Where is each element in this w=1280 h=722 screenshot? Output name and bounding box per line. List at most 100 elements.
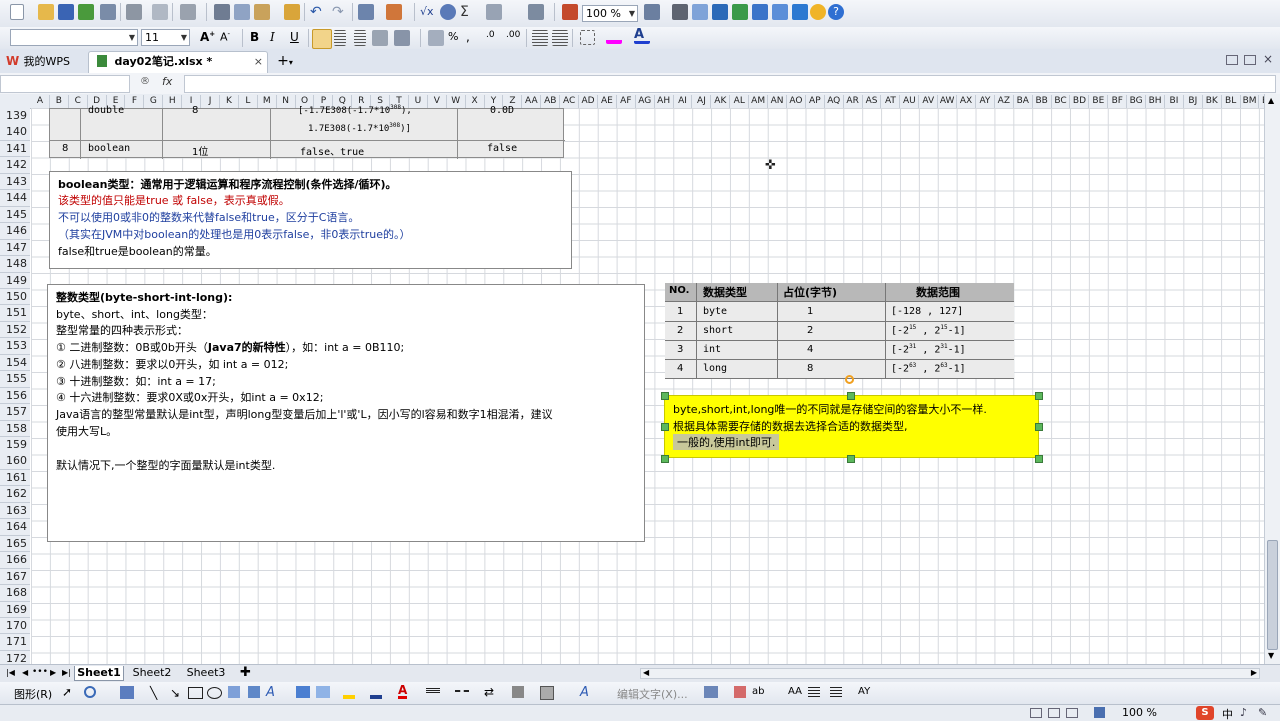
column-header[interactable]: AY: [976, 95, 995, 108]
add-sheet-button[interactable]: ✚: [240, 665, 251, 680]
sheet-nav-prev-icon[interactable]: ◀: [22, 668, 28, 677]
shapes-menu[interactable]: 图形(R): [14, 686, 52, 702]
mail-icon[interactable]: [100, 4, 116, 20]
row-header[interactable]: 159: [0, 437, 30, 454]
column-header[interactable]: AL: [730, 95, 750, 108]
font-size-icon[interactable]: AA: [788, 686, 802, 697]
column-header[interactable]: BF: [1108, 95, 1128, 108]
column-header[interactable]: AA: [522, 95, 542, 108]
horizontal-scrollbar[interactable]: ◀ ▶: [640, 668, 1260, 679]
vertical-textbox-icon[interactable]: [248, 686, 260, 698]
window-list-icon[interactable]: [1244, 55, 1256, 65]
row-header[interactable]: 148: [0, 256, 30, 273]
column-header[interactable]: BJ: [1184, 95, 1203, 108]
column-header[interactable]: AM: [749, 95, 769, 108]
column-header[interactable]: AG: [636, 95, 655, 108]
cut-icon[interactable]: [214, 4, 230, 20]
format-painter-icon[interactable]: [284, 4, 300, 20]
picture-icon[interactable]: [316, 686, 330, 698]
sort-icon[interactable]: [486, 4, 502, 20]
undo-icon[interactable]: ↶: [310, 4, 326, 20]
sheet-tab-sheet2[interactable]: Sheet2: [128, 666, 176, 680]
select-arrow-icon[interactable]: ➚: [62, 685, 72, 699]
column-header[interactable]: AF: [617, 95, 636, 108]
spell-icon[interactable]: [692, 4, 708, 20]
text-effect-icon[interactable]: A: [580, 685, 589, 700]
row-header[interactable]: 149: [0, 272, 30, 289]
oval-icon[interactable]: [207, 687, 222, 699]
column-header[interactable]: BM: [1241, 95, 1260, 108]
column-header[interactable]: U: [409, 95, 428, 108]
ime-settings-icon[interactable]: ✎: [1258, 706, 1267, 719]
borders-icon[interactable]: [580, 30, 595, 45]
column-header[interactable]: H: [163, 95, 183, 108]
arrow-style-icon[interactable]: ⇄: [484, 685, 494, 699]
row-header[interactable]: 154: [0, 354, 30, 372]
resize-handle-se[interactable]: [1035, 455, 1043, 463]
char-spacing-icon[interactable]: AY: [858, 686, 870, 697]
scroll-down-icon[interactable]: ▼: [1268, 651, 1274, 660]
window-close-icon[interactable]: ×: [1263, 52, 1273, 66]
column-header[interactable]: BE: [1089, 95, 1109, 108]
column-header[interactable]: AQ: [825, 95, 844, 108]
column-header[interactable]: AU: [900, 95, 920, 108]
formula-input[interactable]: [184, 75, 1276, 93]
align-icon[interactable]: [808, 687, 820, 697]
row-header[interactable]: 140: [0, 124, 30, 141]
column-header[interactable]: AH: [655, 95, 674, 108]
distribute-icon[interactable]: [830, 687, 842, 697]
column-header[interactable]: AW: [938, 95, 958, 108]
column-header[interactable]: BH: [1146, 95, 1165, 108]
zoom-formula-icon[interactable]: ®: [140, 76, 150, 87]
outdent-icon[interactable]: [532, 30, 548, 46]
sum-icon[interactable]: Σ: [460, 4, 476, 20]
row-header[interactable]: 150: [0, 288, 30, 306]
column-header[interactable]: AC: [560, 95, 580, 108]
sheet-tab-sheet3[interactable]: Sheet3: [182, 666, 230, 680]
column-header[interactable]: B: [50, 95, 69, 108]
column-header[interactable]: W: [447, 95, 466, 108]
status-zoom-icon[interactable]: [1094, 707, 1105, 718]
column-header[interactable]: AO: [787, 95, 806, 108]
rotate-icon[interactable]: [84, 686, 96, 698]
column-header[interactable]: AZ: [995, 95, 1014, 108]
filter-icon[interactable]: [528, 4, 544, 20]
resize-handle-w[interactable]: [661, 423, 669, 431]
column-header[interactable]: AS: [863, 95, 882, 108]
column-header[interactable]: BK: [1203, 95, 1222, 108]
tab-file[interactable]: day02笔记.xlsx * ×: [88, 51, 268, 73]
ime-logo-icon[interactable]: S: [1196, 706, 1214, 720]
freeze-icon[interactable]: [644, 4, 660, 20]
column-header[interactable]: AP: [806, 95, 825, 108]
column-header[interactable]: AE: [598, 95, 617, 108]
sheet-nav-first-icon[interactable]: |◀: [6, 668, 15, 677]
textbox-icon[interactable]: [228, 686, 240, 698]
sheet-tab-sheet1[interactable]: Sheet1: [74, 666, 124, 681]
wordart-icon[interactable]: A: [266, 685, 275, 700]
column-header[interactable]: K: [220, 95, 239, 108]
edit-text-button[interactable]: 编辑文字(X)...: [617, 686, 688, 702]
font-color-icon[interactable]: A: [398, 684, 408, 699]
italic-icon[interactable]: I: [270, 30, 286, 46]
3d-icon[interactable]: [540, 686, 554, 700]
status-zoom-value[interactable]: 100 %: [1122, 706, 1157, 719]
rotate-handle-icon[interactable]: [845, 375, 854, 384]
copy-icon[interactable]: [234, 4, 250, 20]
column-header[interactable]: AR: [844, 95, 863, 108]
find-icon[interactable]: [440, 4, 456, 20]
resize-handle-e[interactable]: [1035, 423, 1043, 431]
column-header[interactable]: BG: [1127, 95, 1147, 108]
new-tab-button[interactable]: +▾: [272, 54, 298, 70]
save-icon[interactable]: [58, 4, 74, 20]
comma-icon[interactable]: ,: [466, 30, 482, 46]
row-header[interactable]: 151: [0, 305, 30, 322]
fill-color-icon[interactable]: [343, 686, 355, 699]
ime-moon-icon[interactable]: ♪: [1240, 706, 1247, 719]
fx-icon[interactable]: fx: [162, 75, 172, 88]
align-right-icon[interactable]: [354, 30, 366, 46]
resize-handle-n[interactable]: [847, 392, 855, 400]
align-left-icon[interactable]: [312, 29, 332, 49]
close-icon[interactable]: ×: [254, 52, 263, 72]
row-header[interactable]: 146: [0, 223, 30, 240]
row-header[interactable]: 156: [0, 387, 30, 405]
